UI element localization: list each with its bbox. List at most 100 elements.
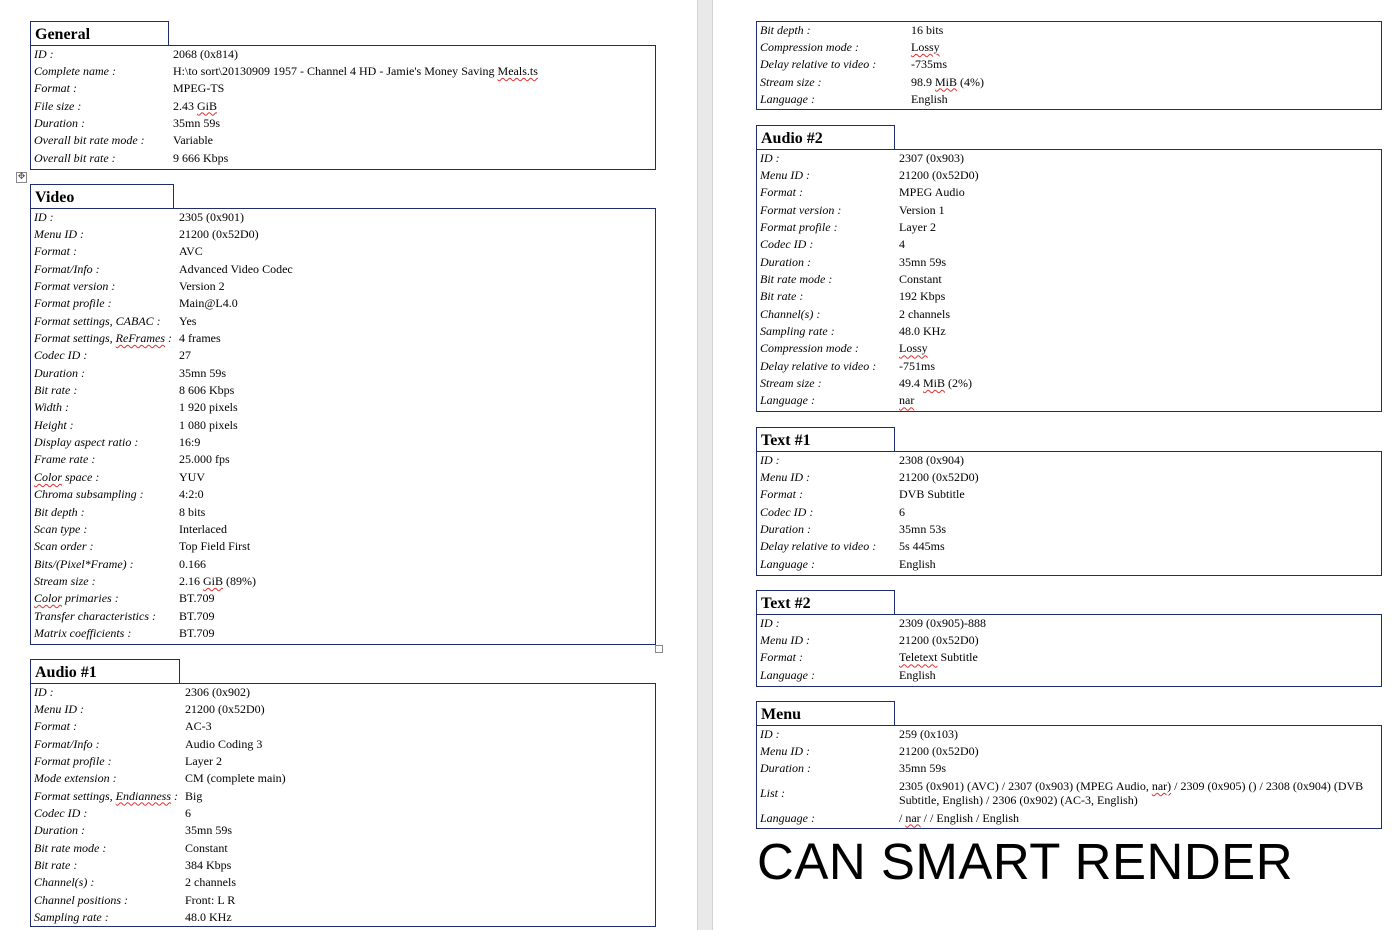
info-row: Bit rate mode : Constant <box>30 839 656 856</box>
field-label: Language : <box>760 667 815 682</box>
info-row: Stream size : 49.4 MiB (2%) <box>756 374 1382 391</box>
section-audio-1: Audio #1 ID : 2306 (0x902) Menu ID : 21200 … <box>30 659 656 927</box>
field-label: Duration : <box>760 761 812 776</box>
info-row: Width : 1 920 pixels <box>30 399 656 416</box>
info-row: Codec ID : 6 <box>756 503 1382 520</box>
info-row: ID : 2068 (0x814) <box>30 45 656 62</box>
field-value: Big <box>185 788 203 803</box>
info-row: Overall bit rate mode : Variable <box>30 132 656 149</box>
info-row: Bit rate mode : Constant <box>756 270 1382 287</box>
info-row: Bit depth : 16 bits <box>756 21 1382 38</box>
info-row: Format settings, Endianness : Big <box>30 787 656 804</box>
field-label: Menu ID : <box>760 744 810 759</box>
info-row: Frame rate : 25.000 fps <box>30 451 656 468</box>
field-label: Format settings, ReFrames : <box>34 331 172 346</box>
info-row: Menu ID : 21200 (0x52D0) <box>756 631 1382 648</box>
info-row: Format profile : Main@L4.0 <box>30 295 656 312</box>
field-value: YUV <box>179 469 205 484</box>
field-label: List : <box>760 786 786 801</box>
field-value: 192 Kbps <box>899 289 946 304</box>
field-value: 2068 (0x814) <box>173 46 238 61</box>
field-label: Chroma subsampling : <box>34 487 144 502</box>
field-value: 21200 (0x52D0) <box>899 744 979 759</box>
field-label: Duration : <box>34 116 86 131</box>
spellcheck-flagged-word: nar) <box>1151 779 1172 794</box>
field-value: 4 <box>899 237 905 252</box>
field-value: DVB Subtitle <box>899 487 965 502</box>
field-label: Format : <box>34 719 77 734</box>
info-row: ID : 2309 (0x905)-888 <box>756 614 1382 631</box>
field-value: Version 1 <box>899 202 945 217</box>
field-label: Delay relative to video : <box>760 539 877 554</box>
field-label: Menu ID : <box>760 470 810 485</box>
field-value: 21200 (0x52D0) <box>899 633 979 648</box>
spellcheck-flagged-word: MiB <box>935 74 958 89</box>
info-row: Format profile : Layer 2 <box>756 218 1382 235</box>
field-label: Matrix coefficients : <box>34 625 132 640</box>
field-label: Bit rate mode : <box>760 272 833 287</box>
info-row: Overall bit rate : 9 666 Kbps <box>30 149 656 166</box>
field-value: BT.709 <box>179 608 215 623</box>
field-value: English <box>899 667 936 682</box>
info-row: Format profile : Layer 2 <box>30 752 656 769</box>
field-label: Color primaries : <box>34 591 119 606</box>
field-value: 35mn 59s <box>179 365 227 380</box>
info-row: Format : DVB Subtitle <box>756 486 1382 503</box>
field-value: 6 <box>185 806 191 821</box>
field-label: Color space : <box>34 469 100 484</box>
spellcheck-flagged-word: nar <box>905 810 921 825</box>
section-audio-2: Audio #2 ID : 2307 (0x903) Menu ID : 21200 … <box>756 125 1382 412</box>
field-value: 2306 (0x902) <box>185 684 250 699</box>
info-row: Language : / nar / / English / English <box>756 809 1382 826</box>
info-row: ID : 2306 (0x902) <box>30 683 656 700</box>
field-value: Top Field First <box>179 539 251 554</box>
field-value: Constant <box>185 840 228 855</box>
info-row: Menu ID : 21200 (0x52D0) <box>30 225 656 242</box>
info-row: Duration : 35mn 59s <box>30 822 656 839</box>
section-title: Text #2 <box>756 590 895 614</box>
info-row: ID : 2307 (0x903) <box>756 149 1382 166</box>
field-label: ID : <box>760 452 780 467</box>
spellcheck-flagged-word: GiB <box>197 98 218 113</box>
field-label: Menu ID : <box>760 633 810 648</box>
field-value: 8 bits <box>179 504 206 519</box>
field-label: Format profile : <box>760 220 838 235</box>
section-title: Audio #1 <box>30 659 180 683</box>
info-row: Color space : YUV <box>30 468 656 485</box>
section-title: Audio #2 <box>756 125 895 149</box>
spellcheck-flagged-word: Color <box>34 591 63 606</box>
field-label: Overall bit rate : <box>34 150 116 165</box>
field-value: Lossy <box>899 341 1380 355</box>
field-label: Bit depth : <box>34 504 85 519</box>
spellcheck-flagged-word: ReFrames <box>115 331 165 346</box>
info-row: Codec ID : 4 <box>756 236 1382 253</box>
field-label: Language : <box>760 92 815 107</box>
table-move-handle-icon[interactable]: ✥ <box>16 172 27 183</box>
field-label: Delay relative to video : <box>760 358 877 373</box>
field-value: AC-3 <box>185 719 212 734</box>
info-row: Display aspect ratio : 16:9 <box>30 433 656 450</box>
field-value: 259 (0x103) <box>899 726 958 741</box>
field-label: Format : <box>34 244 77 259</box>
field-label: ID : <box>34 46 54 61</box>
field-label: Scan type : <box>34 521 88 536</box>
field-value: English <box>911 92 948 107</box>
field-label: Codec ID : <box>34 348 88 363</box>
field-value: -751ms <box>899 358 935 373</box>
field-value: 2 channels <box>185 875 236 890</box>
field-value: Main@L4.0 <box>179 296 238 311</box>
info-row: Chroma subsampling : 4:2:0 <box>30 486 656 503</box>
field-label: Codec ID : <box>760 504 814 519</box>
info-row: Format/Info : Advanced Video Codec <box>30 260 656 277</box>
info-row: Transfer characteristics : BT.709 <box>30 607 656 624</box>
field-value: 384 Kbps <box>185 858 232 873</box>
info-row: Format version : Version 2 <box>30 277 656 294</box>
spellcheck-flagged-word: Lossy <box>899 341 928 356</box>
table-resize-handle[interactable] <box>655 645 663 653</box>
field-value: 21200 (0x52D0) <box>185 702 265 717</box>
spellcheck-flagged-word: MiB <box>923 376 946 391</box>
field-label: Format version : <box>34 279 116 294</box>
info-row: Matrix coefficients : BT.709 <box>30 624 656 641</box>
field-value: 35mn 59s <box>173 116 221 131</box>
info-row: Language : English <box>756 555 1382 572</box>
